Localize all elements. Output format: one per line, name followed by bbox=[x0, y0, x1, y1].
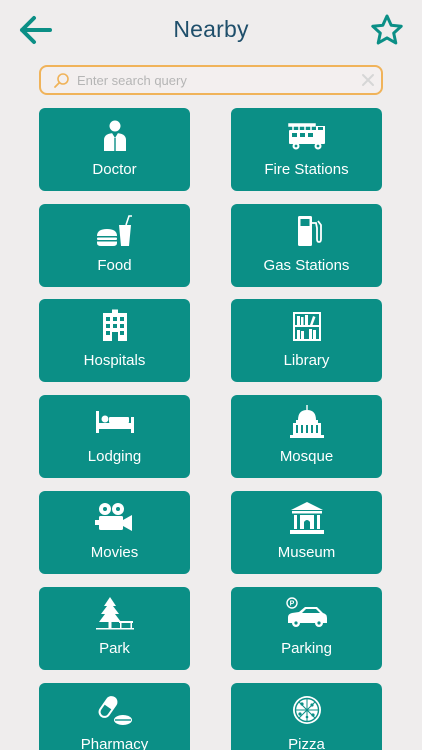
category-label: Museum bbox=[277, 544, 336, 561]
category-hospitals[interactable]: Hospitals bbox=[39, 299, 190, 382]
category-label: Fire Stations bbox=[264, 161, 349, 178]
category-park[interactable]: Park bbox=[39, 587, 190, 670]
museum-icon bbox=[289, 502, 324, 534]
dome-icon bbox=[289, 405, 324, 438]
search-bar[interactable] bbox=[39, 65, 383, 95]
category-movies[interactable]: Movies bbox=[39, 491, 190, 574]
category-pizza[interactable]: Pizza bbox=[231, 683, 382, 750]
pizza-icon bbox=[292, 696, 321, 724]
star-outline-icon bbox=[371, 14, 403, 45]
category-fire-stations[interactable]: Fire Stations bbox=[231, 108, 382, 191]
bed-icon bbox=[95, 411, 134, 433]
category-label: Library bbox=[283, 352, 330, 369]
search-icon bbox=[54, 73, 69, 88]
favorite-button[interactable] bbox=[370, 13, 404, 47]
burger-drink-icon bbox=[96, 215, 132, 246]
category-label: Movies bbox=[90, 544, 139, 561]
category-museum[interactable]: Museum bbox=[231, 491, 382, 574]
category-label: Doctor bbox=[92, 161, 137, 178]
category-mosque[interactable]: Mosque bbox=[231, 395, 382, 478]
bookshelf-icon bbox=[292, 312, 321, 341]
header-bar: Nearby bbox=[0, 0, 422, 60]
category-label: Gas Stations bbox=[263, 257, 350, 274]
clear-icon[interactable] bbox=[360, 72, 376, 88]
category-doctor[interactable]: Doctor bbox=[39, 108, 190, 191]
hospital-building-icon bbox=[102, 309, 127, 341]
fire-truck-icon bbox=[287, 123, 325, 150]
category-label: Mosque bbox=[279, 448, 334, 465]
page-title: Nearby bbox=[173, 16, 249, 42]
parking-car-icon: P bbox=[285, 597, 327, 627]
category-food[interactable]: Food bbox=[39, 204, 190, 287]
category-label: Lodging bbox=[87, 448, 142, 465]
tree-bench-icon bbox=[95, 597, 134, 630]
category-label: Park bbox=[99, 640, 130, 657]
category-label: Pharmacy bbox=[80, 736, 149, 750]
category-library[interactable]: Library bbox=[231, 299, 382, 382]
category-label: Pizza bbox=[288, 736, 325, 750]
doctor-icon bbox=[103, 120, 126, 151]
category-label: Parking bbox=[281, 640, 332, 657]
category-pharmacy[interactable]: Pharmacy bbox=[39, 683, 190, 750]
svg-text:P: P bbox=[289, 601, 294, 608]
search-input[interactable] bbox=[77, 70, 347, 90]
category-label: Hospitals bbox=[83, 352, 146, 369]
pills-icon bbox=[98, 696, 132, 725]
category-gas-stations[interactable]: Gas Stations bbox=[231, 204, 382, 287]
category-label: Food bbox=[97, 257, 132, 274]
film-camera-icon bbox=[94, 503, 132, 531]
category-lodging[interactable]: Lodging bbox=[39, 395, 190, 478]
nearby-screen: Nearby Doctor bbox=[0, 0, 422, 750]
category-parking[interactable]: P Parking bbox=[231, 587, 382, 670]
gas-pump-icon bbox=[297, 216, 322, 246]
